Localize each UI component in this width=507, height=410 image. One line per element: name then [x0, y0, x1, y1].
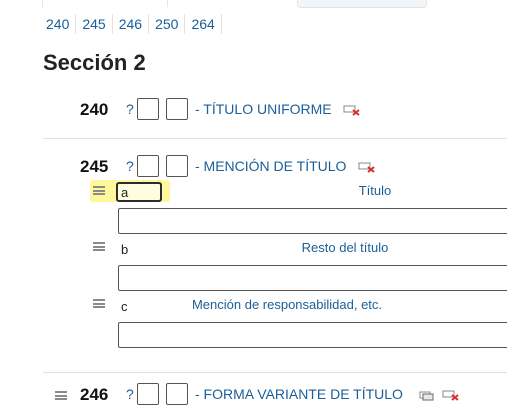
subfield-input-b[interactable]	[118, 265, 507, 291]
section-title: Sección 2	[43, 50, 146, 75]
delete-field-icon[interactable]	[343, 104, 361, 116]
delete-field-icon[interactable]	[442, 389, 460, 401]
field-description-240[interactable]: - TÍTULO UNIFORME	[195, 101, 332, 117]
quicknav-link-246[interactable]: 246	[113, 14, 150, 34]
subfield-label-c: Mención de responsabilidad, etc.	[191, 297, 383, 312]
subfield-code-a: a	[121, 185, 129, 200]
indicator-2-240[interactable]	[166, 98, 188, 120]
indicator-2-246[interactable]	[166, 383, 188, 405]
drag-handle-icon[interactable]	[93, 299, 105, 308]
subfield-input-c[interactable]	[118, 322, 507, 348]
field-description-245[interactable]: - MENCIÓN DE TÍTULO	[195, 158, 346, 174]
delete-field-icon[interactable]	[358, 161, 376, 173]
field-divider	[43, 372, 507, 373]
field-tag-246: 246	[80, 385, 109, 404]
field-tag-240: 240	[80, 100, 109, 119]
help-link-240[interactable]: ?	[126, 101, 134, 117]
field-tag-245: 245	[80, 157, 109, 176]
field-description-246[interactable]: - FORMA VARIANTE DE TÍTULO	[195, 386, 403, 402]
quicknav-link-240[interactable]: 240	[40, 14, 77, 34]
tab-separator	[167, 0, 168, 7]
help-link-245[interactable]: ?	[126, 158, 134, 174]
subfield-label-b: Resto del título	[301, 240, 389, 255]
drag-handle-icon[interactable]	[55, 391, 67, 400]
subfield-input-a[interactable]	[118, 208, 507, 234]
quicknav-link-250[interactable]: 250	[149, 14, 186, 34]
indicator-2-245[interactable]	[166, 155, 188, 177]
quicknav-link-264[interactable]: 264	[185, 14, 222, 34]
indicator-1-245[interactable]	[137, 155, 159, 177]
help-link-246[interactable]: ?	[126, 386, 134, 402]
indicator-1-246[interactable]	[137, 383, 159, 405]
drag-handle-icon[interactable]	[93, 242, 105, 251]
tab-separator	[42, 0, 43, 7]
subfield-code-b[interactable]: b	[121, 242, 128, 257]
tab-active[interactable]	[297, 0, 427, 8]
subfield-label-a: Título	[358, 183, 392, 198]
indicator-1-240[interactable]	[137, 98, 159, 120]
tag-quick-nav: 240 245 246 250 264	[40, 14, 222, 34]
quicknav-link-245[interactable]: 245	[76, 14, 113, 34]
copy-field-icon[interactable]	[419, 389, 435, 401]
field-divider	[43, 138, 507, 139]
tab-strip	[0, 0, 507, 8]
drag-handle-icon[interactable]	[93, 186, 105, 195]
